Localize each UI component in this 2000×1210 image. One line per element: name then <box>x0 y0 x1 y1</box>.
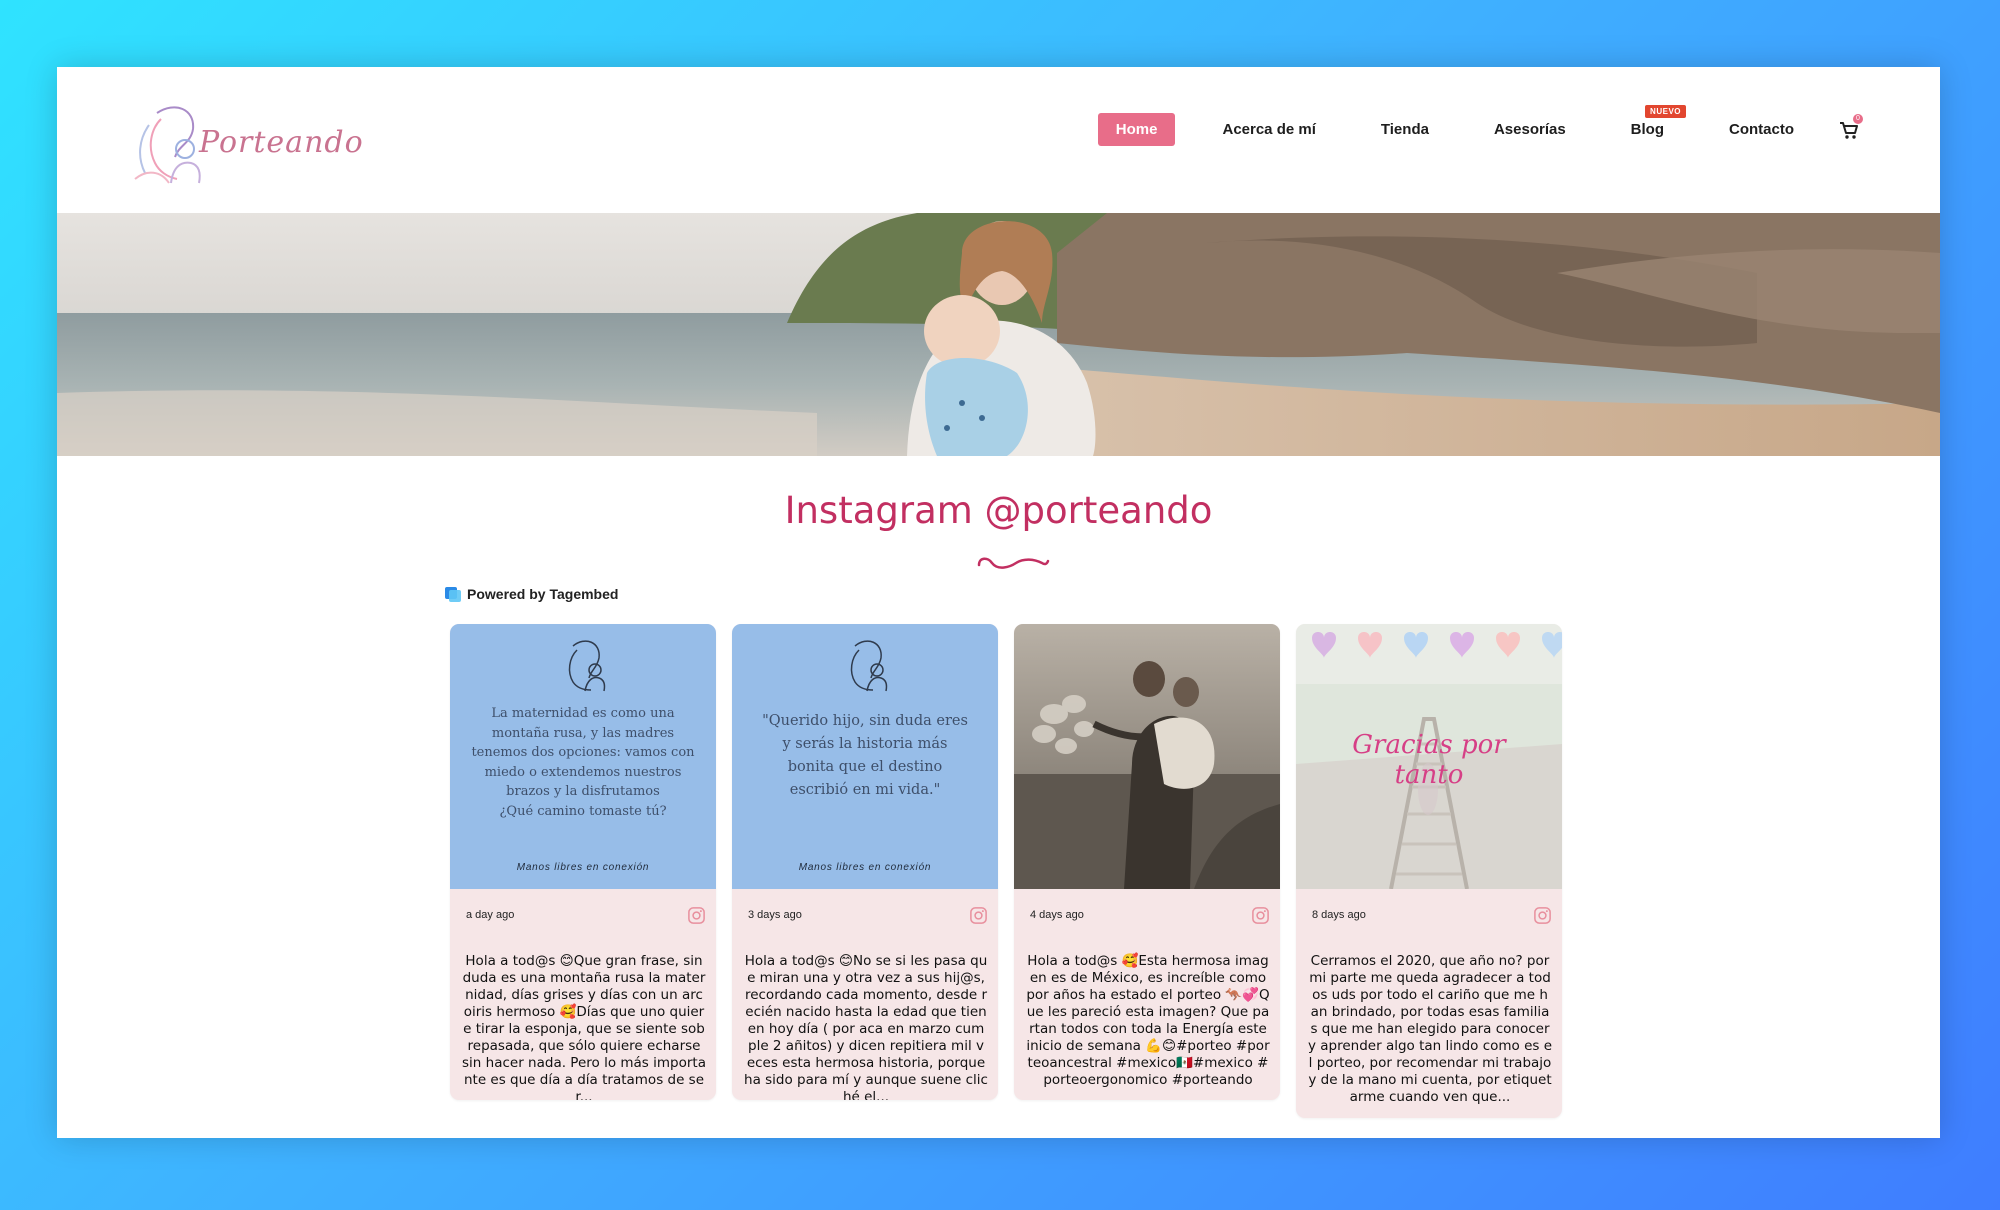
post-image-quote[interactable]: La maternidad es como una montaña rusa, … <box>450 624 716 889</box>
post-time: 4 days ago <box>1030 909 1084 921</box>
post-meta: a day ago <box>450 889 716 941</box>
main-nav: Home Acerca de mí Tienda Asesorías Blog … <box>1069 105 1863 146</box>
brand-name: Porteando <box>199 124 364 160</box>
post-card[interactable]: "Querido hijo, sin duda eres y serás la … <box>732 624 998 1100</box>
post-time: 8 days ago <box>1312 909 1366 921</box>
powered-by-label: Powered by Tagembed <box>467 586 619 602</box>
post-meta: 3 days ago <box>732 889 998 941</box>
post-caption: Hola a tod@s 😊No se si les pasa que mira… <box>744 953 988 1100</box>
squiggle-divider-icon <box>977 557 1050 569</box>
post-card[interactable]: La maternidad es como una montaña rusa, … <box>450 624 716 1100</box>
quote-signature: Manos libres en conexión <box>516 862 650 873</box>
nav-consulting-label: Asesorías <box>1493 121 1566 138</box>
post-image-quote[interactable]: "Querido hijo, sin duda eres y serás la … <box>732 624 998 889</box>
tagembed-logo-icon <box>445 587 461 602</box>
post-card[interactable]: 4 days ago Hola a tod@s 🥰Esta hermosa im… <box>1014 624 1280 1100</box>
cart-count: 0 <box>1853 113 1863 124</box>
post-meta: 8 days ago <box>1296 889 1562 941</box>
post-caption: Hola a tod@s 😊Que gran frase, sin duda e… <box>462 953 706 1100</box>
instagram-icon[interactable] <box>1533 906 1552 925</box>
instagram-icon[interactable] <box>1251 906 1270 925</box>
nav-about-label: Acerca de mí <box>1222 121 1316 138</box>
hero-banner <box>57 213 1940 456</box>
instagram-icon[interactable] <box>969 906 988 925</box>
post-caption: Hola a tod@s 🥰Esta hermosa imagen es de … <box>1026 953 1270 1088</box>
post-image-thanks[interactable]: Gracias por tanto <box>1296 624 1562 889</box>
new-badge: NUEVO <box>1645 105 1686 118</box>
browser-page: Porteando Home Acerca de mí Tienda Aseso… <box>57 67 1940 1138</box>
nav-home-label: Home <box>1115 121 1158 138</box>
mother-baby-line-icon <box>850 640 888 692</box>
nav-shop[interactable]: Tienda <box>1363 113 1447 146</box>
nav-blog-label: Blog <box>1630 121 1664 138</box>
post-meta: 4 days ago <box>1014 889 1280 941</box>
post-time: 3 days ago <box>748 909 802 921</box>
hero-photo-mother-baby-beach <box>57 213 1940 456</box>
thanks-overlay-text: Gracias por tanto <box>1352 730 1506 790</box>
cart-button[interactable]: 0 <box>1838 113 1863 141</box>
nav-shop-label: Tienda <box>1380 121 1429 138</box>
post-card[interactable]: Gracias por tanto 8 days ago Cerramos el… <box>1296 624 1562 1118</box>
nav-contact[interactable]: Contacto <box>1711 113 1812 146</box>
instagram-title: Instagram @porteando <box>784 489 1213 532</box>
nav-about[interactable]: Acerca de mí <box>1204 113 1333 146</box>
powered-by-tagembed[interactable]: Powered by Tagembed <box>444 585 618 603</box>
post-time: a day ago <box>466 909 515 921</box>
nav-consulting[interactable]: Asesorías <box>1476 113 1584 146</box>
quote-signature: Manos libres en conexión <box>798 862 932 873</box>
post-caption: Cerramos el 2020, que año no? por mi par… <box>1308 953 1553 1105</box>
quote-text: La maternidad es como una montaña rusa, … <box>471 706 695 819</box>
nav-blog[interactable]: Blog NUEVO <box>1613 105 1686 146</box>
mother-baby-line-icon <box>568 640 606 692</box>
site-logo[interactable]: Porteando <box>127 97 367 187</box>
site-header: Porteando Home Acerca de mí Tienda Aseso… <box>57 67 1940 213</box>
vintage-mother-carrying-child-photo <box>1014 624 1280 889</box>
instagram-icon[interactable] <box>687 906 706 925</box>
quote-text: "Querido hijo, sin duda eres y serás la … <box>762 713 968 798</box>
post-image-photo[interactable] <box>1014 624 1280 889</box>
mother-baby-logo-icon <box>134 106 201 184</box>
nav-home[interactable]: Home <box>1097 113 1176 146</box>
nav-contact-label: Contacto <box>1729 121 1794 138</box>
